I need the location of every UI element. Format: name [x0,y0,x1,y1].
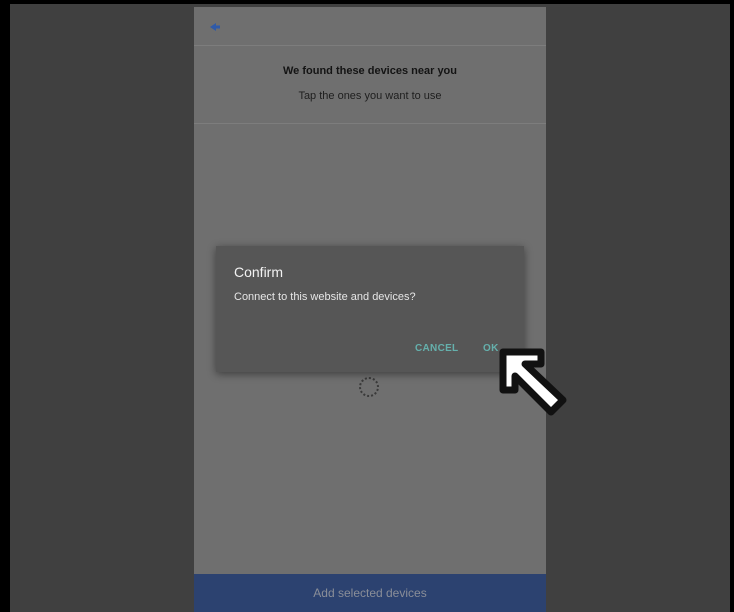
app-bar [194,7,546,47]
page-heading: We found these devices near you [282,65,457,77]
loading-spinner-icon [359,377,379,397]
cancel-button[interactable]: CANCEL [415,343,458,354]
dialog-title: Confirm [234,264,284,280]
header-divider [194,123,546,124]
mouse-pointer-icon [499,348,567,416]
dialog-message: Connect to this website and devices? [234,291,416,303]
page-subheading: Tap the ones you want to use [298,90,442,102]
confirm-dialog: Confirm Connect to this website and devi… [216,246,524,372]
app-bar-divider [194,45,546,46]
add-selected-devices-button[interactable]: Add selected devices [194,574,546,612]
back-arrow-icon[interactable] [206,19,222,35]
